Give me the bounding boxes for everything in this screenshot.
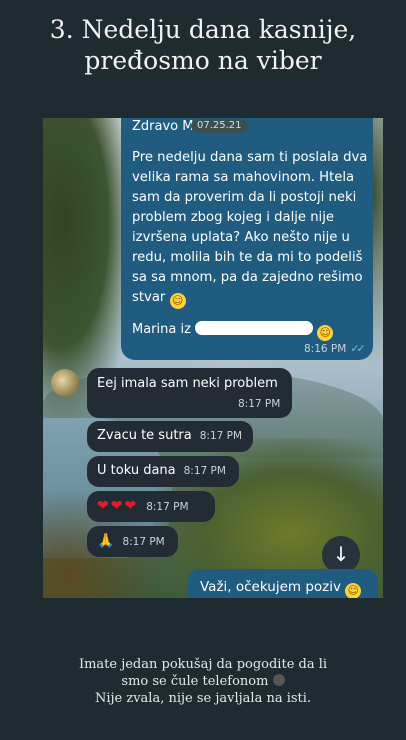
smile-emoji-icon: ☺ [169,293,186,309]
outgoing-message-long[interactable]: Zdravo Mi 07.25.21 Pre nedelju dana sam … [121,118,373,360]
message-body-text: Pre nedelju dana sam ti poslala dva veli… [132,150,368,305]
message-signature: Marina iz ☺ [132,321,334,341]
message-text: Važi, očekujem poziv [200,579,341,595]
caption-line-3: Nije zvala, nije se javljala na isti. [94,691,312,706]
read-receipt-icon: ✓✓ [350,342,366,355]
message-text: Zvacu te sutra [97,428,192,443]
message-text: Eej imala sam neki problem [97,376,278,391]
redaction-mark [195,321,314,335]
smile-emoji-icon: ☺ [345,583,362,598]
message-time: 8:16 PM ✓✓ [304,342,366,355]
caption-line-2: smo se čule telefonom [0,673,406,690]
signature-text: Marina iz [132,322,191,337]
outgoing-message-last[interactable]: Važi, očekujem poziv ☺ [188,569,378,598]
hearts-emoji-icon: ❤❤❤ [97,498,139,514]
incoming-message-2[interactable]: Zvacu te sutra 8:17 PM [87,421,253,452]
message-greeting: Zdravo Mi [132,119,198,134]
edited-stamp: 07.25.21 [191,119,248,133]
incoming-message-3[interactable]: U toku dana 8:17 PM [87,456,239,487]
message-time: 8:17 PM [238,398,281,410]
story-title-line-1: 3. Nedelju dana kasnije, [49,15,357,44]
caption-line-1: Imate jedan pokušaj da pogodite da li [78,657,328,672]
message-time: 8:17 PM [122,536,165,548]
story-title-line-2: pređosmo na viber [84,46,322,75]
pray-emoji-icon: 🙏 [97,533,115,549]
incoming-message-pray[interactable]: 🙏 8:17 PM [87,526,178,557]
message-text: U toku dana [97,463,176,478]
caption-line-2-text: smo se čule telefonom [121,674,269,689]
contact-avatar[interactable] [51,369,79,397]
incoming-message-hearts[interactable]: ❤❤❤ 8:17 PM [87,491,215,522]
incoming-message-1[interactable]: Eej imala sam neki problem 8:17 PM [87,368,292,418]
time-text: 8:16 PM [304,343,347,355]
chat-screenshot: Zdravo Mi 07.25.21 Pre nedelju dana sam … [43,118,383,598]
dark-face-emoji-icon [272,674,285,686]
smile-emoji-icon: ☺ [317,325,334,341]
message-time: 8:17 PM [183,465,226,477]
message-time: 8:17 PM [199,430,243,442]
message-body: Pre nedelju dana sam ti poslala dva veli… [132,148,368,309]
message-time: 8:17 PM [146,501,189,513]
